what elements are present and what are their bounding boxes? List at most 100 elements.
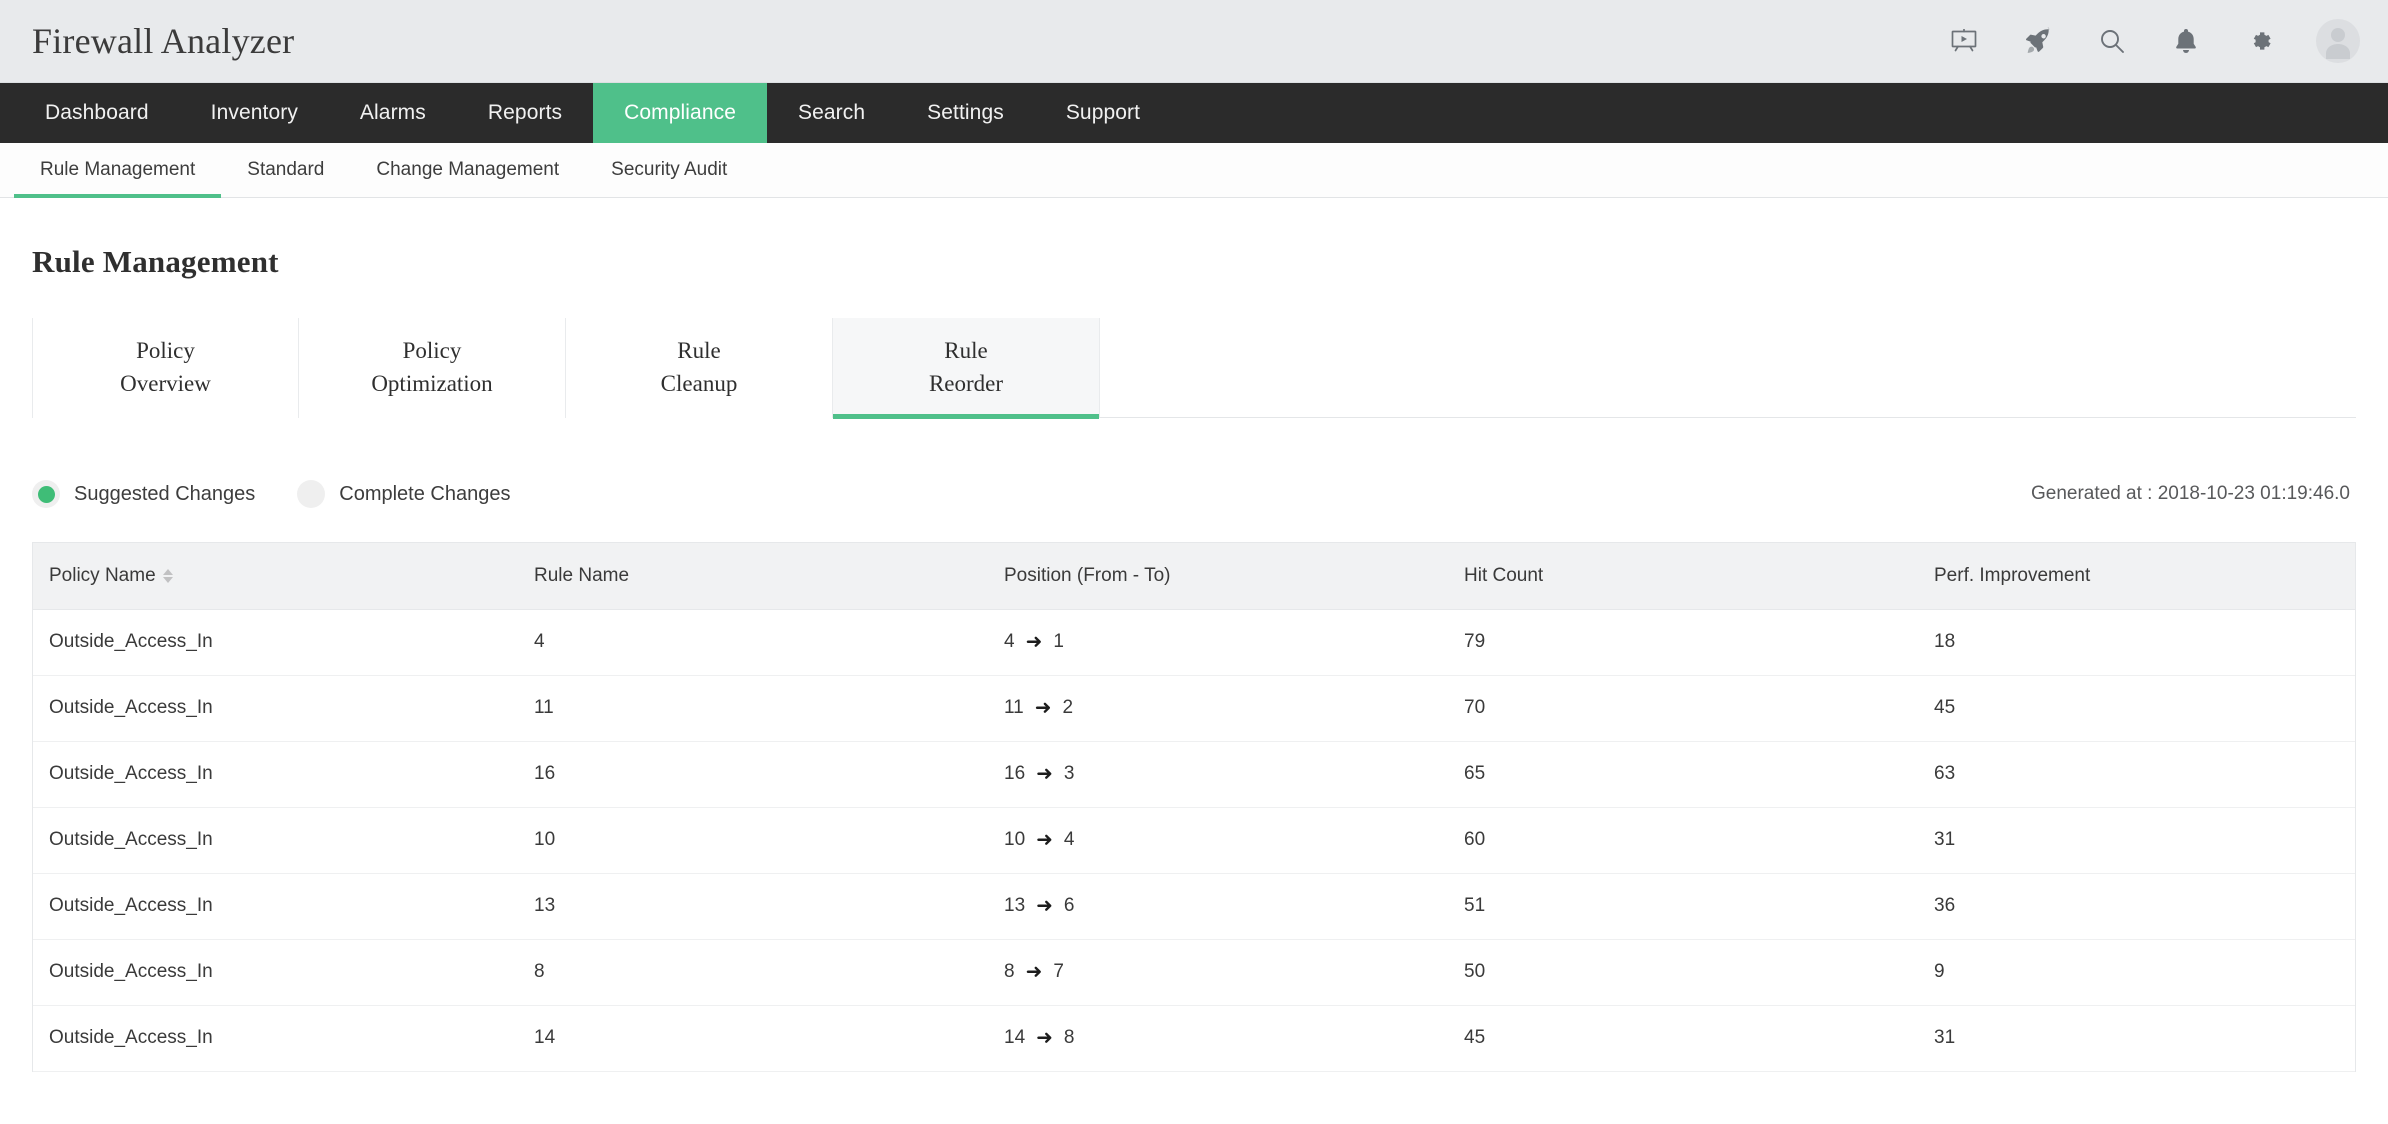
table-header-row: Policy Name Rule Name Position (From - T… — [33, 543, 2355, 609]
changes-radio-group: Suggested Changes Complete Changes — [32, 480, 552, 508]
cell-policy-name: Outside_Access_In — [33, 807, 518, 873]
cell-hit-count: 79 — [1448, 609, 1918, 675]
bell-icon[interactable] — [2168, 23, 2204, 59]
gear-icon[interactable] — [2242, 23, 2278, 59]
arrow-right-icon: ➜ — [1035, 698, 1052, 718]
radio-suggested-changes-dot[interactable] — [32, 480, 60, 508]
cell-position: 13➜6 — [988, 873, 1448, 939]
cell-perf-improvement: 31 — [1918, 807, 2355, 873]
table-row[interactable]: Outside_Access_In1313➜65136 — [33, 873, 2355, 939]
table-row[interactable]: Outside_Access_In44➜17918 — [33, 609, 2355, 675]
position-from: 8 — [1004, 961, 1015, 983]
column-header-policy-name[interactable]: Policy Name — [33, 543, 518, 609]
rule-reorder-table: Policy Name Rule Name Position (From - T… — [33, 543, 2355, 1072]
column-header-hit-count-label: Hit Count — [1464, 565, 1543, 587]
page-content: Rule Management Policy Overview Policy O… — [0, 244, 2388, 1072]
subnav-item-standard[interactable]: Standard — [221, 143, 350, 197]
nav-item-inventory[interactable]: Inventory — [180, 83, 329, 143]
arrow-right-icon: ➜ — [1036, 1028, 1053, 1048]
cell-rule-name: 11 — [518, 675, 988, 741]
generated-at-text: Generated at : 2018-10-23 01:19:46.0 — [2031, 483, 2350, 505]
rule-management-tabs: Policy Overview Policy Optimization Rule… — [32, 318, 2356, 418]
cell-position: 14➜8 — [988, 1005, 1448, 1071]
table-header: Policy Name Rule Name Position (From - T… — [33, 543, 2355, 609]
nav-item-reports[interactable]: Reports — [457, 83, 593, 143]
cell-policy-name: Outside_Access_In — [33, 675, 518, 741]
radio-complete-changes[interactable]: Complete Changes — [297, 480, 510, 508]
nav-item-compliance[interactable]: Compliance — [593, 83, 767, 143]
column-header-perf-improvement[interactable]: Perf. Improvement — [1918, 543, 2355, 609]
cell-perf-improvement: 63 — [1918, 741, 2355, 807]
cell-hit-count: 60 — [1448, 807, 1918, 873]
tab-rule-reorder-line1: Rule — [944, 335, 987, 368]
cell-rule-name: 16 — [518, 741, 988, 807]
cell-policy-name: Outside_Access_In — [33, 873, 518, 939]
cell-perf-improvement: 45 — [1918, 675, 2355, 741]
table-row[interactable]: Outside_Access_In88➜7509 — [33, 939, 2355, 1005]
cell-policy-name: Outside_Access_In — [33, 609, 518, 675]
nav-item-support[interactable]: Support — [1035, 83, 1171, 143]
position-to: 7 — [1053, 961, 1064, 983]
cell-hit-count: 50 — [1448, 939, 1918, 1005]
cell-rule-name: 8 — [518, 939, 988, 1005]
tab-policy-overview[interactable]: Policy Overview — [32, 318, 299, 418]
sub-navigation: Rule Management Standard Change Manageme… — [0, 143, 2388, 198]
position-from: 11 — [1004, 697, 1024, 719]
rocket-icon[interactable] — [2020, 23, 2056, 59]
subnav-item-security-audit[interactable]: Security Audit — [585, 143, 753, 197]
column-header-position[interactable]: Position (From - To) — [988, 543, 1448, 609]
position-to: 1 — [1053, 631, 1064, 653]
nav-item-dashboard[interactable]: Dashboard — [14, 83, 180, 143]
position-from: 10 — [1004, 829, 1025, 851]
radio-suggested-changes-label: Suggested Changes — [74, 483, 255, 506]
column-header-hit-count[interactable]: Hit Count — [1448, 543, 1918, 609]
cell-policy-name: Outside_Access_In — [33, 939, 518, 1005]
column-header-rule-name[interactable]: Rule Name — [518, 543, 988, 609]
cell-position: 8➜7 — [988, 939, 1448, 1005]
table-row[interactable]: Outside_Access_In1414➜84531 — [33, 1005, 2355, 1071]
cell-hit-count: 70 — [1448, 675, 1918, 741]
avatar-icon[interactable] — [2316, 19, 2360, 63]
cell-hit-count: 51 — [1448, 873, 1918, 939]
nav-item-settings[interactable]: Settings — [896, 83, 1035, 143]
position-to: 8 — [1064, 1027, 1075, 1049]
cell-position: 4➜1 — [988, 609, 1448, 675]
tab-rule-reorder[interactable]: Rule Reorder — [833, 318, 1100, 418]
position-from: 13 — [1004, 895, 1025, 917]
table-row[interactable]: Outside_Access_In1010➜46031 — [33, 807, 2355, 873]
cell-policy-name: Outside_Access_In — [33, 741, 518, 807]
position-from: 16 — [1004, 763, 1025, 785]
cell-position: 10➜4 — [988, 807, 1448, 873]
arrow-right-icon: ➜ — [1036, 830, 1053, 850]
cell-rule-name: 13 — [518, 873, 988, 939]
search-icon[interactable] — [2094, 23, 2130, 59]
tab-policy-overview-line2: Overview — [120, 368, 211, 401]
position-from: 4 — [1004, 631, 1015, 653]
header-icon-group — [1946, 19, 2360, 63]
position-to: 3 — [1064, 763, 1075, 785]
tab-rule-cleanup-line1: Rule — [677, 335, 720, 368]
tab-rule-cleanup-line2: Cleanup — [661, 368, 738, 401]
sort-icon[interactable] — [163, 569, 173, 583]
filter-row: Suggested Changes Complete Changes Gener… — [32, 480, 2356, 508]
cell-perf-improvement: 9 — [1918, 939, 2355, 1005]
subnav-item-rule-management[interactable]: Rule Management — [14, 143, 221, 197]
nav-item-alarms[interactable]: Alarms — [329, 83, 457, 143]
cell-hit-count: 65 — [1448, 741, 1918, 807]
cell-hit-count: 45 — [1448, 1005, 1918, 1071]
page-title: Rule Management — [32, 244, 2356, 280]
table-row[interactable]: Outside_Access_In1111➜27045 — [33, 675, 2355, 741]
radio-complete-changes-dot[interactable] — [297, 480, 325, 508]
tab-policy-optimization[interactable]: Policy Optimization — [299, 318, 566, 418]
radio-suggested-changes[interactable]: Suggested Changes — [32, 480, 255, 508]
cell-rule-name: 14 — [518, 1005, 988, 1071]
column-header-position-label: Position (From - To) — [1004, 565, 1170, 587]
arrow-right-icon: ➜ — [1036, 896, 1053, 916]
tab-rule-cleanup[interactable]: Rule Cleanup — [566, 318, 833, 418]
nav-item-search[interactable]: Search — [767, 83, 896, 143]
rule-reorder-table-wrapper: Policy Name Rule Name Position (From - T… — [32, 542, 2356, 1072]
table-row[interactable]: Outside_Access_In1616➜36563 — [33, 741, 2355, 807]
position-to: 2 — [1063, 697, 1074, 719]
subnav-item-change-management[interactable]: Change Management — [350, 143, 585, 197]
presentation-icon[interactable] — [1946, 23, 1982, 59]
